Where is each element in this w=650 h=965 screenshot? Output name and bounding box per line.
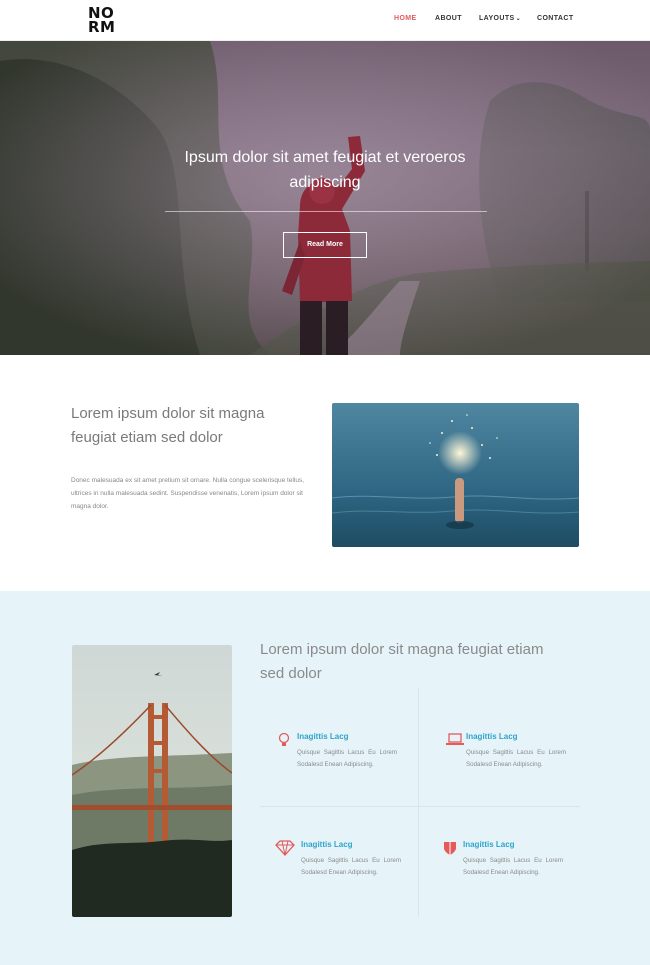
intro-heading: Lorem ipsum dolor sit magna feugiat etia… xyxy=(71,405,265,446)
hero-background-image xyxy=(0,41,650,355)
logo-line-2: RM xyxy=(88,18,116,36)
hero-title: Ipsum dolor sit amet feugiat et veroeros… xyxy=(184,149,466,191)
lightbulb-icon xyxy=(277,732,295,748)
hero-divider xyxy=(165,211,487,212)
feature-title[interactable]: Inagittis Lacg xyxy=(463,840,515,849)
site-header: NO RM HOME ABOUT LAYOUTS⌄ CONTACT xyxy=(0,0,650,41)
feature-title[interactable]: Inagittis Lacg xyxy=(466,732,518,741)
feature-title[interactable]: Inagittis Lacg xyxy=(301,840,353,849)
nav-home[interactable]: HOME xyxy=(394,15,417,22)
nav-layouts-label: LAYOUTS xyxy=(479,15,515,22)
bridge-image xyxy=(72,645,232,917)
features-divider-horizontal xyxy=(260,806,580,807)
feature-text: Quisque Sagittis Lacus Eu Lorem Sodalesd… xyxy=(463,857,563,876)
diamond-icon xyxy=(275,840,295,856)
feature-text: Quisque Sagittis Lacus Eu Lorem Sodalesd… xyxy=(301,857,401,876)
feature-title[interactable]: Inagittis Lacg xyxy=(297,732,349,741)
features-section: Lorem ipsum dolor sit magna feugiat etia… xyxy=(0,591,650,965)
chevron-down-icon: ⌄ xyxy=(515,16,522,22)
nav-about[interactable]: ABOUT xyxy=(435,15,462,22)
nav-layouts[interactable]: LAYOUTS⌄ xyxy=(479,15,521,22)
features-divider-vertical xyxy=(418,687,419,917)
feature-text: Quisque Sagittis Lacus Eu Lorem Sodalesd… xyxy=(297,749,397,768)
features-heading: Lorem ipsum dolor sit magna feugiat etia… xyxy=(260,641,544,682)
laptop-icon xyxy=(446,732,464,748)
shield-icon xyxy=(443,840,461,856)
site-logo[interactable]: NO RM xyxy=(88,6,116,36)
hero-banner: Ipsum dolor sit amet feugiat et veroeros… xyxy=(0,41,650,355)
sparkler-in-sea-image xyxy=(332,403,579,547)
nav-contact[interactable]: CONTACT xyxy=(537,15,574,22)
feature-text: Quisque Sagittis Lacus Eu Lorem Sodalesd… xyxy=(466,749,566,768)
intro-body: Donec malesuada ex sit amet pretium sit … xyxy=(71,477,305,510)
read-more-button[interactable]: Read More xyxy=(283,232,367,258)
